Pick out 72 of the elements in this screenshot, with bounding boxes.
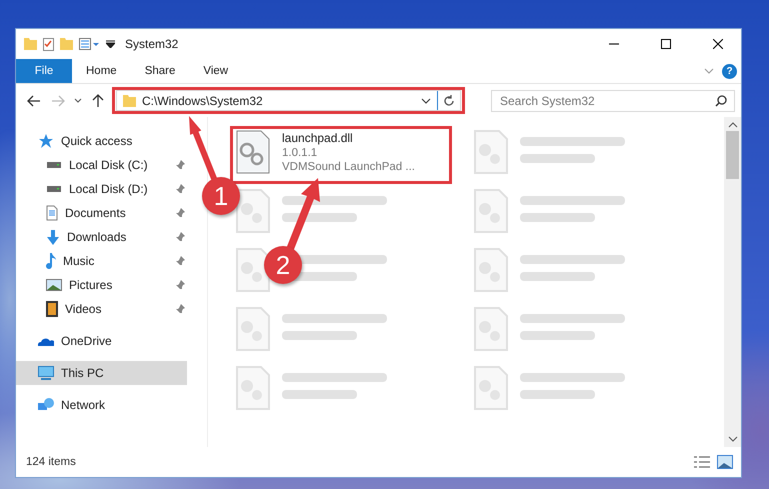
drive-icon: [46, 162, 62, 168]
minimize-icon: [609, 43, 619, 45]
arrow: [189, 116, 218, 182]
arrow-left-icon: [27, 94, 41, 106]
search-field[interactable]: Search System32: [491, 90, 735, 112]
file-detail: VDMSound LaunchPad ...: [282, 161, 415, 173]
sidebar-item[interactable]: Downloads: [16, 225, 187, 249]
caret-icon[interactable]: [106, 40, 115, 48]
dll-file-icon: [236, 366, 270, 410]
picture-icon: [46, 279, 62, 291]
details-view-icon[interactable]: [693, 456, 711, 468]
chevron-down-icon[interactable]: [421, 98, 431, 104]
scrollbar-thumb[interactable]: [726, 131, 739, 179]
pin-icon[interactable]: [175, 184, 185, 194]
document-icon: [46, 205, 58, 221]
item-count: 124 items: [26, 456, 77, 468]
dll-file-icon: [474, 307, 508, 351]
dll-file-icon: [236, 130, 270, 174]
pin-icon[interactable]: [175, 232, 185, 242]
film-icon: [46, 301, 58, 317]
chevron-up-icon[interactable]: [728, 122, 738, 128]
sidebar-item[interactable]: Local Disk (D:): [16, 177, 187, 201]
window-title: System32: [125, 37, 180, 51]
sidebar-item[interactable]: Network: [16, 393, 187, 417]
pin-icon[interactable]: [175, 160, 185, 170]
chevron-down-icon[interactable]: [728, 436, 738, 442]
address-bar[interactable]: C:\Windows\System32: [116, 90, 461, 111]
help-button[interactable]: ?: [722, 64, 737, 78]
sidebar-item[interactable]: Documents: [16, 201, 187, 225]
star-icon: [38, 134, 54, 148]
sidebar-item[interactable]: Local Disk (C:): [16, 153, 187, 177]
sidebar-item[interactable]: Music: [16, 249, 187, 273]
pin-icon[interactable]: [175, 304, 185, 314]
dll-file-icon: [474, 189, 508, 233]
arrow-up-icon: [92, 94, 104, 108]
sidebar-item[interactable]: This PC: [16, 361, 187, 385]
close-icon: [713, 39, 723, 49]
pin-icon[interactable]: [175, 256, 185, 266]
dll-file-icon: [474, 248, 508, 292]
cloud-icon: [38, 336, 54, 346]
pin-icon[interactable]: [175, 208, 185, 218]
folder-icon: [123, 94, 136, 106]
pin-icon[interactable]: [175, 280, 185, 290]
sidebar-item[interactable]: OneDrive: [16, 329, 187, 353]
address-path: C:\Windows\System32: [142, 94, 264, 108]
dll-file-icon: [236, 307, 270, 351]
dll-file-icon: [474, 130, 508, 174]
ribbon-tab[interactable]: View: [189, 59, 242, 83]
search-icon: [715, 94, 727, 106]
dll-file-icon: [236, 248, 270, 292]
file-detail: 1.0.1.1: [282, 147, 318, 159]
checklist-icon[interactable]: [43, 38, 54, 50]
arrow-right-icon: [51, 94, 65, 106]
sidebar-item[interactable]: Videos: [16, 297, 187, 321]
ribbon-tab[interactable]: File: [16, 59, 72, 83]
sidebar-item[interactable]: Quick access: [16, 129, 187, 153]
download-arrow-icon: [46, 230, 60, 244]
sidebar-item[interactable]: Pictures: [16, 273, 187, 297]
monitor-icon: [38, 366, 54, 380]
dll-file-icon: [474, 366, 508, 410]
file-name[interactable]: launchpad.dll: [282, 131, 415, 145]
large-icons-view-icon[interactable]: [717, 455, 733, 469]
maximize-icon: [661, 39, 671, 49]
scrollbar[interactable]: [724, 117, 741, 447]
network-icon: [38, 398, 54, 412]
dll-file-icon: [236, 189, 270, 233]
chevron-down-icon: [74, 98, 82, 103]
drive-icon: [46, 186, 62, 192]
ribbon-tab[interactable]: Home: [72, 59, 131, 83]
ribbon-tab[interactable]: Share: [130, 59, 190, 83]
music-note-icon: [46, 253, 56, 269]
properties-icon[interactable]: [79, 38, 100, 50]
